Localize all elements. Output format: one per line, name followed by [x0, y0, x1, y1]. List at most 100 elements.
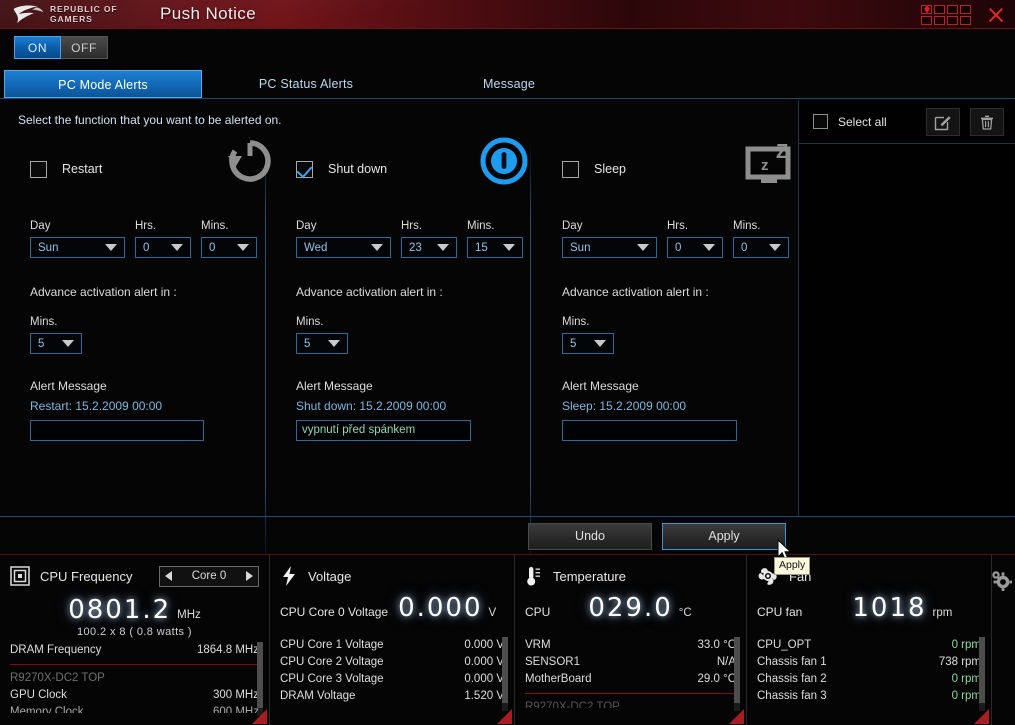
next-core-icon[interactable] — [246, 571, 253, 581]
shutdown-checkbox[interactable] — [296, 160, 313, 178]
prev-core-icon[interactable] — [165, 571, 172, 581]
sleep-hrs-field: Hrs. 0 — [667, 220, 723, 258]
monitor-bar: CPU Frequency Core 0 0801.2 MHz 100.2 x … — [0, 554, 1015, 725]
shutdown-mins-field: Mins. 15 — [467, 220, 523, 258]
row-name: Chassis fan 3 — [757, 690, 827, 702]
toggle-off-button[interactable]: OFF — [61, 36, 108, 59]
undo-button[interactable]: Undo — [528, 523, 652, 550]
shutdown-advance-mins-value: 5 — [304, 337, 311, 350]
bolt-icon — [283, 566, 295, 586]
chevron-down-icon — [62, 340, 74, 347]
sleep-advance-label: Advance activation alert in : — [562, 285, 709, 299]
group-divider — [525, 693, 736, 694]
resize-corner-icon[interactable] — [974, 709, 989, 724]
row-name: CPU_OPT — [757, 639, 812, 651]
row-name: DRAM Frequency — [10, 644, 102, 656]
monitor-row: Chassis fan 1 738 rpm — [757, 654, 981, 671]
restart-mins-field: Mins. 0 — [201, 220, 257, 258]
row-value: 0.000 V — [464, 639, 504, 651]
monitor-panel-fan: Fan CPU fan 1018 rpm CPU_OPT 0 rpm Chass… — [747, 555, 992, 725]
row-name: Memory Clock — [10, 706, 84, 713]
restart-advance-mins-select[interactable]: 5 — [30, 333, 82, 354]
voltage-value: 0.000 — [398, 593, 483, 623]
restart-day-select[interactable]: Sun — [30, 237, 125, 258]
rog-eye-icon — [13, 5, 44, 24]
delete-button[interactable] — [970, 107, 1004, 136]
resize-corner-icon[interactable] — [252, 709, 267, 724]
shutdown-header: Shut down — [296, 137, 551, 198]
restart-checkbox[interactable] — [30, 160, 47, 178]
sleep-alert-message-text: Sleep: 15.2.2009 00:00 — [562, 399, 687, 413]
svg-text:Z: Z — [776, 141, 788, 163]
toggle-on-button[interactable]: ON — [14, 36, 61, 59]
sleep-day-label: Day — [562, 220, 583, 232]
sleep-day-select[interactable]: Sun — [562, 237, 657, 258]
restart-header: Restart — [30, 140, 285, 198]
restart-message-input[interactable] — [30, 420, 204, 441]
chevron-down-icon — [371, 244, 383, 251]
core-selector[interactable]: Core 0 — [159, 565, 259, 587]
edit-button[interactable] — [926, 107, 960, 136]
monitor-row: CPU Core 2 Voltage 0.000 V — [280, 654, 504, 671]
shutdown-mins-value: 15 — [475, 241, 488, 254]
sleep-advance-mins-select[interactable]: 5 — [562, 333, 614, 354]
row-name: DRAM Voltage — [280, 690, 356, 702]
grid-icon[interactable] — [921, 4, 971, 25]
window-title: Push Notice — [160, 4, 257, 23]
chevron-down-icon — [769, 244, 781, 251]
core-selector-value: Core 0 — [191, 570, 227, 582]
alert-list-panel: Select all — [798, 100, 1015, 516]
apply-button[interactable]: Apply — [662, 523, 786, 550]
shutdown-day-select[interactable]: Wed — [296, 237, 391, 258]
cpu-icon — [10, 566, 30, 586]
sleep-advance-mins-value: 5 — [570, 337, 577, 350]
restart-day-value: Sun — [38, 241, 59, 254]
settings-button[interactable] — [990, 569, 1013, 596]
fan-unit: rpm — [932, 607, 953, 619]
brand-line-2: GAMERS — [50, 14, 93, 24]
restart-mins-select[interactable]: 0 — [201, 237, 257, 258]
voltage-unit: V — [488, 607, 497, 619]
mode-column-restart: Restart Day Sun Hrs. 0 Mins. 0 Advance a… — [30, 140, 285, 441]
select-all-checkbox[interactable] — [813, 114, 828, 129]
shutdown-advance-label: Advance activation alert in : — [296, 285, 443, 299]
gear-icon — [992, 571, 1013, 592]
shutdown-message-input[interactable]: vypnutí před spánkem — [296, 420, 471, 441]
shutdown-day-field: Day Wed — [296, 220, 391, 258]
shutdown-day-value: Wed — [304, 241, 328, 254]
sleep-hrs-select[interactable]: 0 — [667, 237, 723, 258]
sleep-day-value: Sun — [570, 241, 591, 254]
title-bar-controls — [921, 0, 1007, 29]
voltage-scrollbar[interactable] — [502, 637, 508, 711]
row-value: 738 rpm — [938, 656, 981, 668]
edit-icon — [934, 115, 951, 130]
restart-mins-value: 0 — [209, 241, 216, 254]
brand-line-1: REPUBLIC OF — [50, 4, 118, 14]
tab-pc-mode-alerts[interactable]: PC Mode Alerts — [4, 70, 202, 98]
fan-scrollbar[interactable] — [979, 637, 985, 711]
monitor-panel-cpu-frequency: CPU Frequency Core 0 0801.2 MHz 100.2 x … — [0, 555, 270, 725]
sleep-monitor-icon: z Z — [743, 138, 803, 193]
row-value: 33.0 °C — [697, 639, 736, 651]
tab-pc-status-alerts[interactable]: PC Status Alerts — [220, 70, 392, 98]
sleep-checkbox[interactable] — [562, 160, 579, 178]
row-value: 1.520 V — [464, 690, 504, 702]
monitor-row: GPU Clock 300 MHz — [10, 687, 259, 704]
monitor-row: Chassis fan 2 0 rpm — [757, 671, 981, 688]
restart-hrs-select[interactable]: 0 — [135, 237, 191, 258]
restart-day-field: Day Sun — [30, 220, 125, 258]
resize-corner-icon[interactable] — [497, 709, 512, 724]
tab-message[interactable]: Message — [430, 70, 588, 98]
close-icon[interactable] — [985, 4, 1007, 26]
sleep-mins-select[interactable]: 0 — [733, 237, 789, 258]
shutdown-hrs-select[interactable]: 23 — [401, 237, 457, 258]
resize-corner-icon[interactable] — [729, 709, 744, 724]
power-icon — [479, 136, 529, 191]
svg-text:z: z — [761, 157, 769, 174]
shutdown-mins-select[interactable]: 15 — [467, 237, 523, 258]
chevron-down-icon — [437, 244, 449, 251]
sleep-message-input[interactable] — [562, 420, 737, 441]
monitor-group-label: R9270X-DC2 TOP — [525, 699, 736, 708]
shutdown-advance-mins-select[interactable]: 5 — [296, 333, 348, 354]
alert-list-header: Select all — [799, 100, 1015, 144]
